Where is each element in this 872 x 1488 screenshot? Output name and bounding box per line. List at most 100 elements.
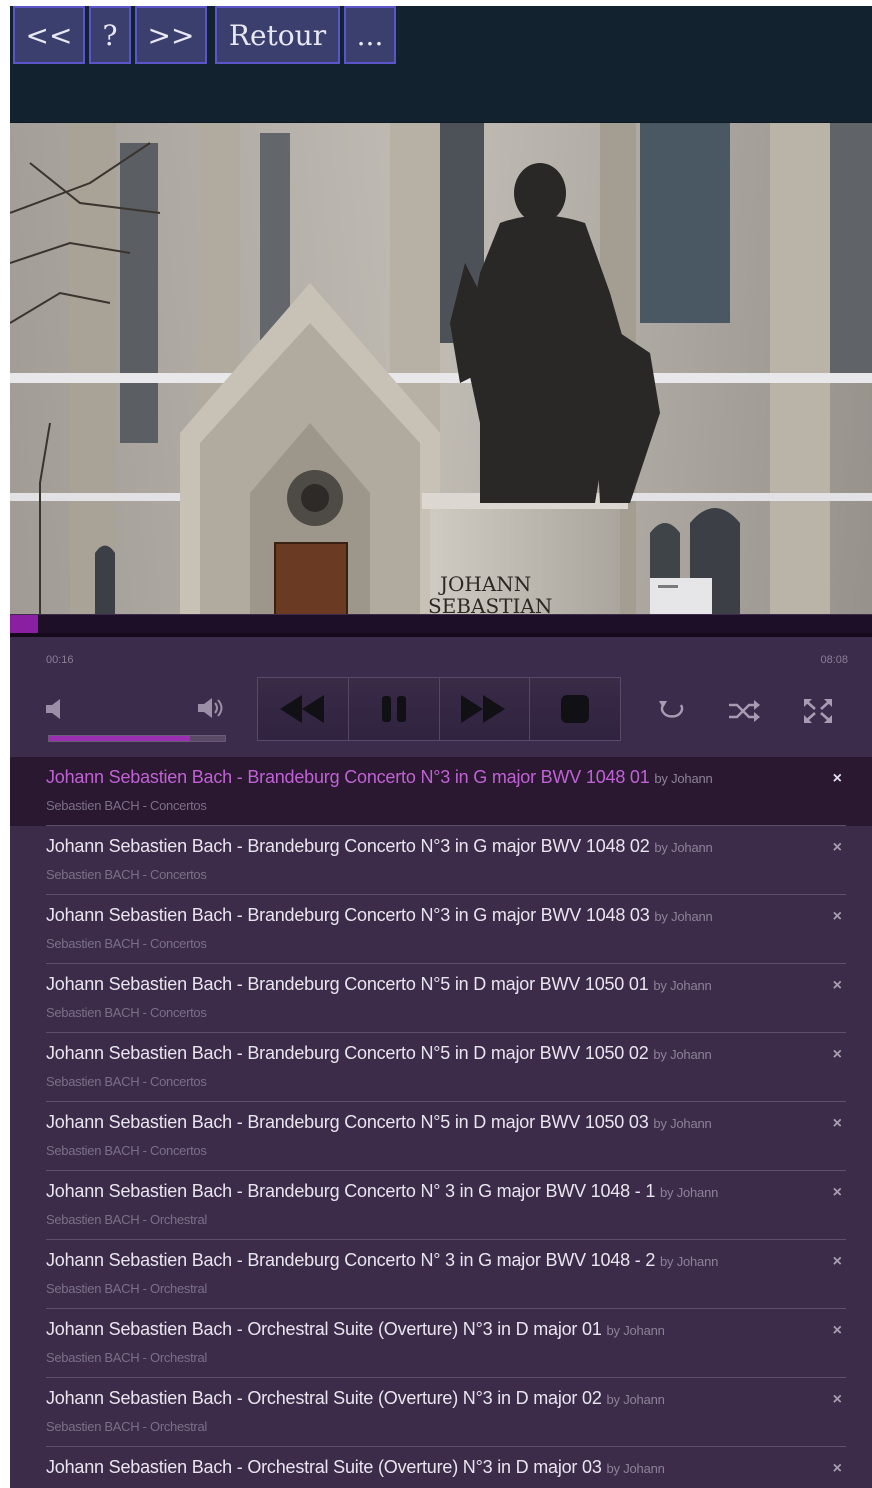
track-album: Sebastien BACH - Orchestral bbox=[46, 1350, 207, 1365]
pedestal-inscription-1: JOHANN bbox=[438, 572, 531, 596]
track-content: Johann Sebastien Bach - Orchestral Suite… bbox=[46, 1447, 846, 1488]
track-title: Johann Sebastien Bach - Brandeburg Conce… bbox=[46, 1250, 656, 1270]
track-content: Johann Sebastien Bach - Brandeburg Conce… bbox=[46, 1240, 846, 1309]
previous-page-button[interactable]: << bbox=[13, 6, 85, 64]
remove-track-button[interactable]: × bbox=[833, 1046, 842, 1064]
fullscreen-button[interactable] bbox=[800, 697, 836, 725]
rewind-icon bbox=[279, 695, 324, 723]
fast-forward-icon bbox=[461, 695, 506, 723]
track-artist: by Johann bbox=[653, 978, 712, 993]
playlist-track[interactable]: Johann Sebastien Bach - Brandeburg Conce… bbox=[10, 895, 872, 964]
more-button[interactable]: ... bbox=[344, 6, 396, 64]
track-title-line: Johann Sebastien Bach - Brandeburg Conce… bbox=[46, 1250, 718, 1271]
track-title-line: Johann Sebastien Bach - Brandeburg Conce… bbox=[46, 1181, 718, 1202]
track-title-line: Johann Sebastien Bach - Brandeburg Conce… bbox=[46, 1043, 712, 1064]
volume-level bbox=[49, 736, 190, 741]
shuffle-button[interactable] bbox=[726, 697, 762, 725]
track-album: Sebastien BACH - Concertos bbox=[46, 867, 207, 882]
track-title-line: Johann Sebastien Bach - Brandeburg Conce… bbox=[46, 974, 712, 995]
remove-track-button[interactable]: × bbox=[833, 1322, 842, 1340]
remove-track-button[interactable]: × bbox=[833, 1115, 842, 1133]
playlist-track[interactable]: Johann Sebastien Bach - Brandeburg Conce… bbox=[10, 757, 872, 826]
remove-track-button[interactable]: × bbox=[833, 839, 842, 857]
top-nav-bar: << ? >> Retour ... bbox=[10, 6, 872, 122]
track-content: Johann Sebastien Bach - Brandeburg Conce… bbox=[46, 895, 846, 964]
track-title: Johann Sebastien Bach - Orchestral Suite… bbox=[46, 1319, 602, 1339]
track-title-line: Johann Sebastien Bach - Brandeburg Conce… bbox=[46, 767, 713, 788]
track-album: Sebastien BACH - Orchestral bbox=[46, 1419, 207, 1434]
track-artist: by Johann bbox=[659, 1254, 719, 1269]
remove-track-button[interactable]: × bbox=[833, 977, 842, 995]
track-title-line: Johann Sebastien Bach - Brandeburg Conce… bbox=[46, 905, 713, 926]
music-player-app: << ? >> Retour ... JOHANN SEBASTIAN 00:1… bbox=[10, 6, 872, 1488]
remove-track-button[interactable]: × bbox=[833, 1391, 842, 1409]
playlist-track[interactable]: Johann Sebastien Bach - Brandeburg Conce… bbox=[10, 1240, 872, 1309]
track-content: Johann Sebastien Bach - Orchestral Suite… bbox=[46, 1378, 846, 1447]
track-content: Johann Sebastien Bach - Brandeburg Conce… bbox=[46, 1102, 846, 1171]
elapsed-time: 00:16 bbox=[46, 654, 74, 666]
track-album: Sebastien BACH - Orchestral bbox=[46, 1281, 207, 1296]
track-artist: by Johann bbox=[653, 1116, 712, 1131]
stop-icon bbox=[561, 695, 590, 723]
track-album: Sebastien BACH - Orchestral bbox=[46, 1212, 207, 1227]
repeat-button[interactable] bbox=[654, 697, 690, 725]
remove-track-button[interactable]: × bbox=[833, 908, 842, 926]
track-artist: by Johann bbox=[606, 1392, 665, 1407]
remove-track-button[interactable]: × bbox=[833, 1184, 842, 1202]
remove-track-button[interactable]: × bbox=[833, 1253, 842, 1271]
track-title: Johann Sebastien Bach - Orchestral Suite… bbox=[46, 1388, 602, 1408]
fast-forward-button[interactable] bbox=[439, 678, 531, 740]
album-artwork: JOHANN SEBASTIAN bbox=[10, 122, 872, 614]
playlist-track[interactable]: Johann Sebastien Bach - Brandeburg Conce… bbox=[10, 826, 872, 895]
track-title-line: Johann Sebastien Bach - Brandeburg Conce… bbox=[46, 1112, 712, 1133]
back-button[interactable]: Retour bbox=[215, 6, 340, 64]
track-artist: by Johann bbox=[606, 1323, 665, 1338]
track-title: Johann Sebastien Bach - Brandeburg Conce… bbox=[46, 1181, 656, 1201]
playlist-track[interactable]: Johann Sebastien Bach - Brandeburg Conce… bbox=[10, 1033, 872, 1102]
playlist-track[interactable]: Johann Sebastien Bach - Brandeburg Conce… bbox=[10, 964, 872, 1033]
track-content: Johann Sebastien Bach - Brandeburg Conce… bbox=[46, 1171, 846, 1240]
playlist-track[interactable]: Johann Sebastien Bach - Orchestral Suite… bbox=[10, 1447, 872, 1488]
track-content: Johann Sebastien Bach - Brandeburg Conce… bbox=[46, 964, 846, 1033]
track-title: Johann Sebastien Bach - Brandeburg Conce… bbox=[46, 905, 650, 925]
track-artist: by Johann bbox=[653, 1047, 712, 1062]
track-content: Johann Sebastien Bach - Brandeburg Conce… bbox=[46, 757, 846, 826]
track-title-line: Johann Sebastien Bach - Orchestral Suite… bbox=[46, 1388, 665, 1409]
transport-buttons bbox=[257, 677, 621, 741]
track-album: Sebastien BACH - Concertos bbox=[46, 1143, 207, 1158]
track-album: Sebastien BACH - Concertos bbox=[46, 798, 207, 813]
playlist-track[interactable]: Johann Sebastien Bach - Brandeburg Conce… bbox=[10, 1102, 872, 1171]
playlist-track[interactable]: Johann Sebastien Bach - Orchestral Suite… bbox=[10, 1378, 872, 1447]
help-button[interactable]: ? bbox=[89, 6, 131, 64]
volume-slider[interactable] bbox=[48, 735, 226, 742]
next-page-button[interactable]: >> bbox=[135, 6, 207, 64]
remove-track-button[interactable]: × bbox=[833, 1460, 842, 1478]
track-artist: by Johann bbox=[654, 771, 713, 786]
playlist-track[interactable]: Johann Sebastien Bach - Brandeburg Conce… bbox=[10, 1171, 872, 1240]
rewind-button[interactable] bbox=[258, 678, 349, 740]
track-artist: by Johann bbox=[654, 909, 713, 924]
playlist: Johann Sebastien Bach - Brandeburg Conce… bbox=[10, 757, 872, 1488]
track-title: Johann Sebastien Bach - Brandeburg Conce… bbox=[46, 767, 650, 787]
shuffle-icon bbox=[729, 700, 760, 722]
repeat-icon bbox=[659, 701, 684, 718]
track-artist: by Johann bbox=[654, 840, 713, 855]
playlist-track[interactable]: Johann Sebastien Bach - Orchestral Suite… bbox=[10, 1309, 872, 1378]
volume-low-icon[interactable] bbox=[46, 699, 62, 724]
track-title-line: Johann Sebastien Bach - Orchestral Suite… bbox=[46, 1457, 665, 1478]
track-album: Sebastien BACH - Concertos bbox=[46, 1074, 207, 1089]
track-title: Johann Sebastien Bach - Brandeburg Conce… bbox=[46, 836, 650, 856]
seek-bar[interactable] bbox=[10, 615, 872, 637]
track-album: Sebastien BACH - Concertos bbox=[46, 1005, 207, 1020]
stop-button[interactable] bbox=[530, 678, 620, 740]
track-content: Johann Sebastien Bach - Orchestral Suite… bbox=[46, 1309, 846, 1378]
track-title: Johann Sebastien Bach - Brandeburg Conce… bbox=[46, 974, 649, 994]
track-title: Johann Sebastien Bach - Orchestral Suite… bbox=[46, 1457, 602, 1477]
volume-high-icon[interactable] bbox=[198, 697, 228, 724]
statue-artwork-image: JOHANN SEBASTIAN bbox=[10, 123, 872, 614]
track-album: Sebastien BACH - Concertos bbox=[46, 936, 207, 951]
pause-icon bbox=[381, 696, 406, 722]
remove-track-button[interactable]: × bbox=[833, 770, 842, 788]
pause-button[interactable] bbox=[348, 678, 440, 740]
track-title: Johann Sebastien Bach - Brandeburg Conce… bbox=[46, 1043, 649, 1063]
